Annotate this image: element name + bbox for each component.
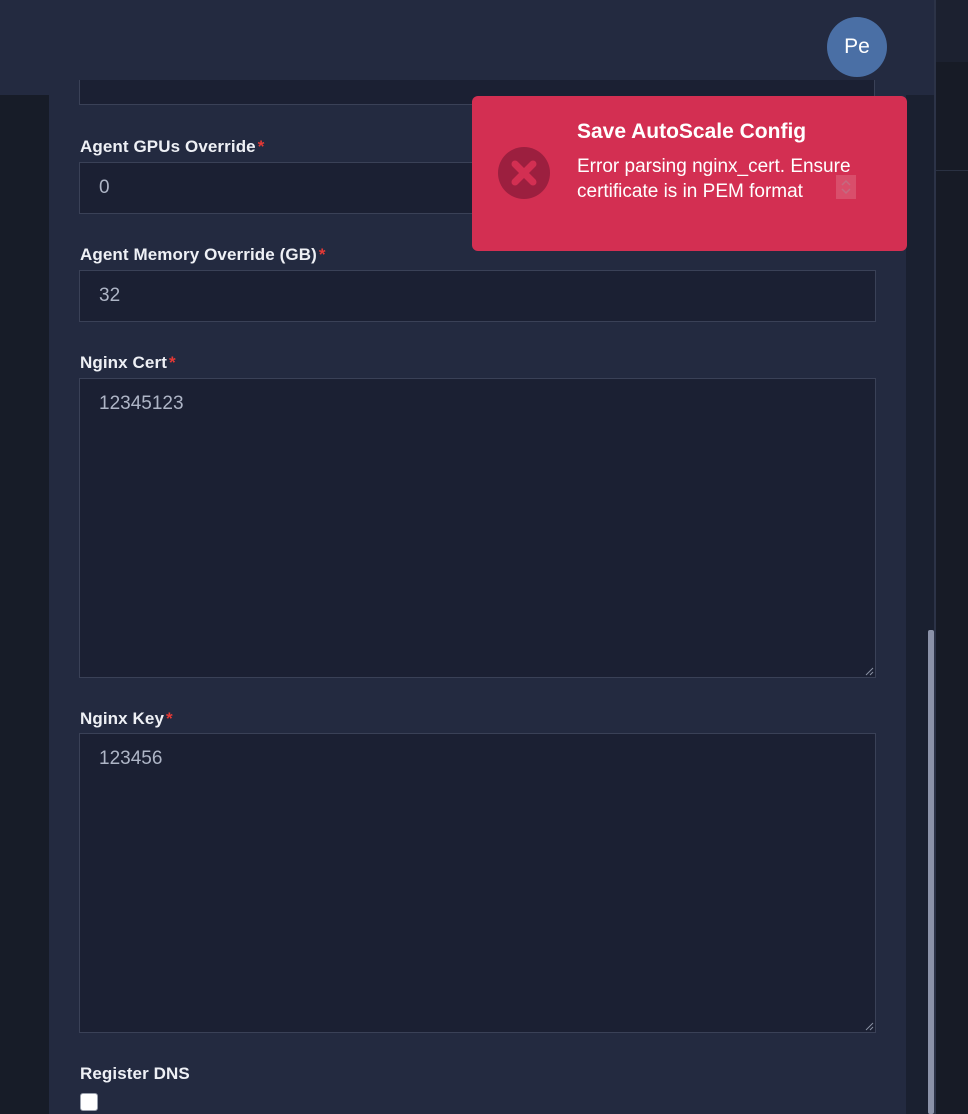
nginx-key-textarea[interactable]: 123456 <box>79 733 876 1033</box>
left-sidebar-edge <box>0 95 49 1114</box>
nginx-key-label-text: Nginx Key <box>80 709 165 728</box>
toast-title: Save AutoScale Config <box>577 120 807 143</box>
scrollbar-thumb[interactable] <box>928 630 934 1114</box>
register-dns-label-text: Register DNS <box>80 1064 190 1083</box>
error-toast[interactable]: Save AutoScale Config Error parsing ngin… <box>472 96 907 251</box>
memory-override-input[interactable] <box>79 270 876 322</box>
memory-override-label-text: Agent Memory Override (GB) <box>80 245 317 264</box>
register-dns-checkbox[interactable] <box>80 1093 98 1111</box>
required-asterisk: * <box>166 709 173 728</box>
resize-grip-icon[interactable] <box>864 1021 874 1031</box>
right-background-divider <box>936 170 968 171</box>
right-background-top <box>936 0 968 62</box>
nginx-cert-label: Nginx Cert * <box>80 353 176 373</box>
gpus-override-label: Agent GPUs Override * <box>80 137 264 157</box>
required-asterisk: * <box>257 137 265 156</box>
number-stepper-icon <box>836 175 856 199</box>
user-avatar[interactable]: Pe <box>827 17 887 77</box>
nginx-cert-label-text: Nginx Cert <box>80 353 167 372</box>
toast-message: Error parsing nginx_cert. Ensure certifi… <box>577 156 851 202</box>
nginx-cert-textarea[interactable]: 12345123 <box>79 378 876 678</box>
gpus-override-label-text: Agent GPUs Override <box>80 137 256 156</box>
required-asterisk: * <box>168 353 176 372</box>
required-asterisk: * <box>318 245 326 264</box>
memory-override-label: Agent Memory Override (GB) * <box>80 245 326 265</box>
error-x-circle-icon <box>498 147 550 199</box>
right-background-area <box>936 0 968 1114</box>
nginx-key-label: Nginx Key * <box>80 709 173 729</box>
register-dns-label: Register DNS <box>80 1064 190 1084</box>
resize-grip-icon[interactable] <box>864 666 874 676</box>
